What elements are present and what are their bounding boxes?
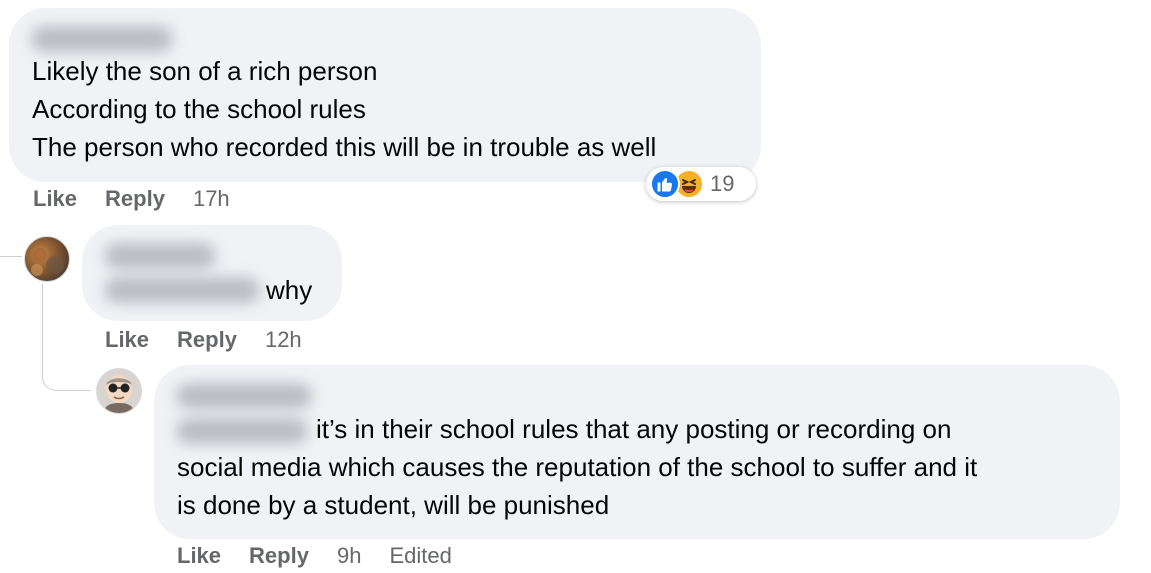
comment-actions-1: Like Reply 17h: [33, 186, 258, 212]
comment-text-line: The person who recorded this will be in …: [32, 132, 657, 162]
mention-tag-blurred[interactable]: [176, 418, 308, 444]
comment-bubble-2: why: [82, 225, 342, 321]
reply-button[interactable]: Reply: [249, 543, 309, 568]
edited-label[interactable]: Edited: [389, 543, 451, 568]
comment-actions-2: Like Reply 12h: [105, 327, 330, 353]
comment-text-line: Likely the son of a rich person: [32, 56, 378, 86]
reply-button[interactable]: Reply: [105, 186, 165, 211]
comment-text: why: [266, 275, 313, 305]
commenter-name-blurred[interactable]: [176, 383, 312, 409]
reply-button[interactable]: Reply: [177, 327, 237, 352]
like-icon: [650, 169, 680, 199]
comment-text-line: social media which causes the reputation…: [177, 452, 978, 482]
thread-line-1: [0, 256, 22, 257]
timestamp[interactable]: 12h: [265, 327, 302, 352]
reaction-summary[interactable]: 19: [646, 167, 756, 201]
comment-text-line: it’s in their school rules that any post…: [316, 414, 952, 444]
commenter-name-blurred[interactable]: [31, 26, 173, 52]
comment-text-line: According to the school rules: [32, 94, 366, 124]
comment-text-line: is done by a student, will be punished: [177, 490, 610, 520]
comment-bubble-1: Likely the son of a rich person Accordin…: [9, 8, 761, 182]
timestamp[interactable]: 9h: [337, 543, 361, 568]
mention-tag-blurred[interactable]: [104, 277, 260, 303]
like-button[interactable]: Like: [33, 186, 77, 211]
like-button[interactable]: Like: [177, 543, 221, 568]
timestamp[interactable]: 17h: [193, 186, 230, 211]
avatar[interactable]: [24, 236, 70, 282]
commenter-name-blurred[interactable]: [104, 243, 216, 269]
thread-line-2: [42, 284, 91, 391]
reaction-count: 19: [710, 171, 735, 196]
like-button[interactable]: Like: [105, 327, 149, 352]
avatar[interactable]: [96, 368, 142, 414]
comment-bubble-3: it’s in their school rules that any post…: [154, 365, 1120, 539]
comment-actions-3: Like Reply 9h Edited: [177, 543, 480, 569]
